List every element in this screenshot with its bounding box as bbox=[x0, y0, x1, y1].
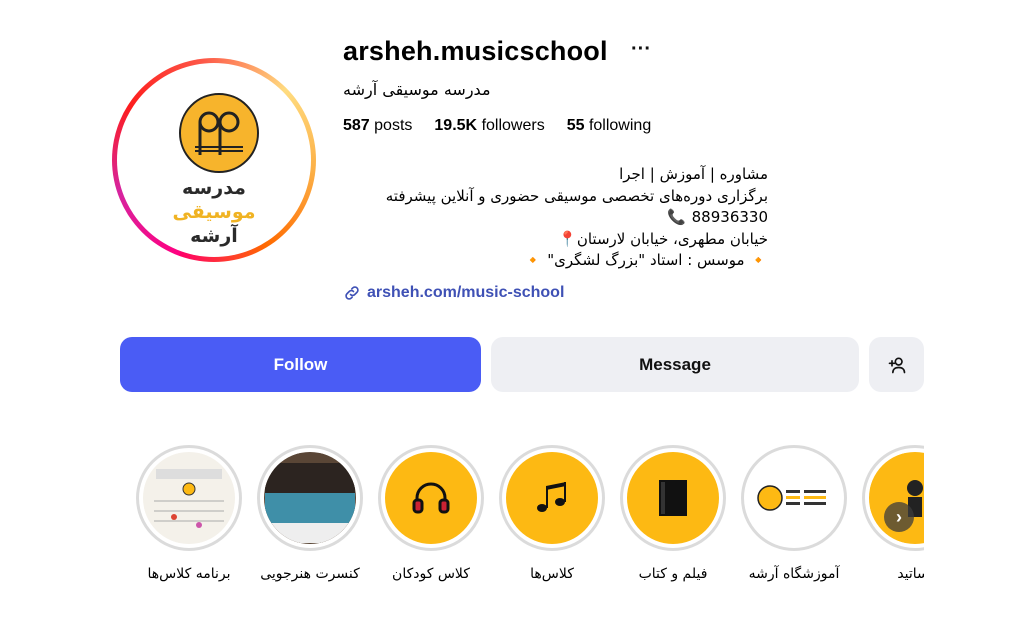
following-label: following bbox=[588, 117, 652, 134]
book-icon bbox=[659, 480, 687, 516]
arsheh-logo-thumbnail bbox=[757, 485, 826, 511]
highlight-label: فیلم و کتاب bbox=[638, 566, 708, 582]
following-stat[interactable]: 55 following bbox=[567, 117, 652, 135]
story-highlights: برنامه کلاس‌ها کنسرت هنرجویی کلاس کودکان bbox=[120, 445, 924, 605]
highlight-label: کلاس کودکان bbox=[392, 566, 470, 582]
highlight-label: آموزشگاه آرشه bbox=[748, 566, 840, 582]
bio-address: خیابان مطهری، خیابان لارستان bbox=[576, 229, 768, 248]
bio-founder-line: 🔸 موسس : استاد "بزرگ لشگری" 🔸 bbox=[328, 250, 768, 272]
followers-label: followers bbox=[481, 117, 545, 134]
bio-address-line: خیابان مطهری، خیابان لارستان📍 bbox=[328, 229, 768, 251]
profile-full-name: مدرسه موسیقی آرشه bbox=[343, 80, 491, 99]
highlight-label: برنامه کلاس‌ها bbox=[147, 566, 231, 582]
headphones-icon bbox=[412, 482, 450, 514]
logo-emblem bbox=[179, 93, 259, 173]
profile-avatar-ring[interactable]: مدرسه موسیقی آرشه bbox=[112, 58, 316, 262]
profile-username: arsheh.musicschool bbox=[343, 36, 608, 66]
followers-stat[interactable]: 19.5K followers bbox=[434, 117, 544, 135]
highlights-next-arrow[interactable]: › bbox=[884, 502, 914, 532]
add-person-icon bbox=[888, 357, 905, 373]
pin-icon: 📍 bbox=[558, 229, 577, 248]
highlight-label: اساتید bbox=[897, 566, 924, 582]
highlight-item[interactable]: فیلم و کتاب bbox=[618, 445, 728, 582]
diamond-icon: 🔸 bbox=[749, 251, 768, 269]
bio-founder: موسس : استاد "بزرگ لشگری" bbox=[547, 251, 745, 269]
phone-icon: 📞 bbox=[666, 208, 686, 226]
follow-button[interactable]: Follow bbox=[120, 337, 481, 392]
message-button[interactable]: Message bbox=[491, 337, 859, 392]
highlight-item[interactable]: کلاس‌ها bbox=[497, 445, 607, 582]
highlight-item[interactable]: کلاس کودکان bbox=[376, 445, 486, 582]
highlight-item[interactable]: آموزشگاه آرشه bbox=[739, 445, 849, 582]
profile-stats: 587 posts 19.5K followers 55 following bbox=[343, 117, 651, 135]
logo-text-line3: آرشه bbox=[190, 225, 238, 247]
bio-line-courses: برگزاری دوره‌های تخصصی موسیقی حضوری و آن… bbox=[385, 186, 768, 205]
more-options-icon[interactable]: ··· bbox=[631, 38, 651, 61]
profile-avatar: مدرسه موسیقی آرشه bbox=[123, 69, 305, 251]
profile-link-text: arsheh.com/music-school bbox=[367, 284, 565, 301]
posts-count: 587 bbox=[343, 117, 370, 134]
music-notes-icon bbox=[537, 482, 566, 512]
concert-hall-thumbnail bbox=[265, 453, 355, 543]
posts-label: posts bbox=[374, 117, 413, 134]
highlight-item[interactable]: برنامه کلاس‌ها bbox=[134, 445, 244, 582]
highlight-item[interactable]: کنسرت هنرجویی bbox=[255, 445, 365, 582]
highlight-label: کنسرت هنرجویی bbox=[260, 566, 360, 582]
bio-phone-number: 88936330 bbox=[691, 208, 768, 226]
followers-count: 19.5K bbox=[434, 117, 478, 134]
posts-stat[interactable]: 587 posts bbox=[343, 117, 412, 135]
suggested-accounts-button[interactable] bbox=[869, 337, 924, 392]
logo-text-line2: موسیقی bbox=[172, 201, 256, 223]
schedule-thumbnail bbox=[144, 453, 234, 543]
logo-text-line1: مدرسه bbox=[182, 177, 246, 199]
bio-phone-line: 📞 88936330 bbox=[328, 207, 768, 229]
diamond-icon: 🔸 bbox=[523, 251, 543, 269]
following-count: 55 bbox=[566, 117, 585, 134]
bio-line-services: مشاوره | آموزش | اجرا bbox=[619, 165, 768, 183]
profile-bio: مشاوره | آموزش | اجرا برگزاری دوره‌های ت… bbox=[328, 164, 768, 272]
highlight-label: کلاس‌ها bbox=[530, 566, 574, 582]
link-icon bbox=[345, 286, 359, 300]
profile-link[interactable]: arsheh.com/music-school bbox=[343, 284, 564, 302]
